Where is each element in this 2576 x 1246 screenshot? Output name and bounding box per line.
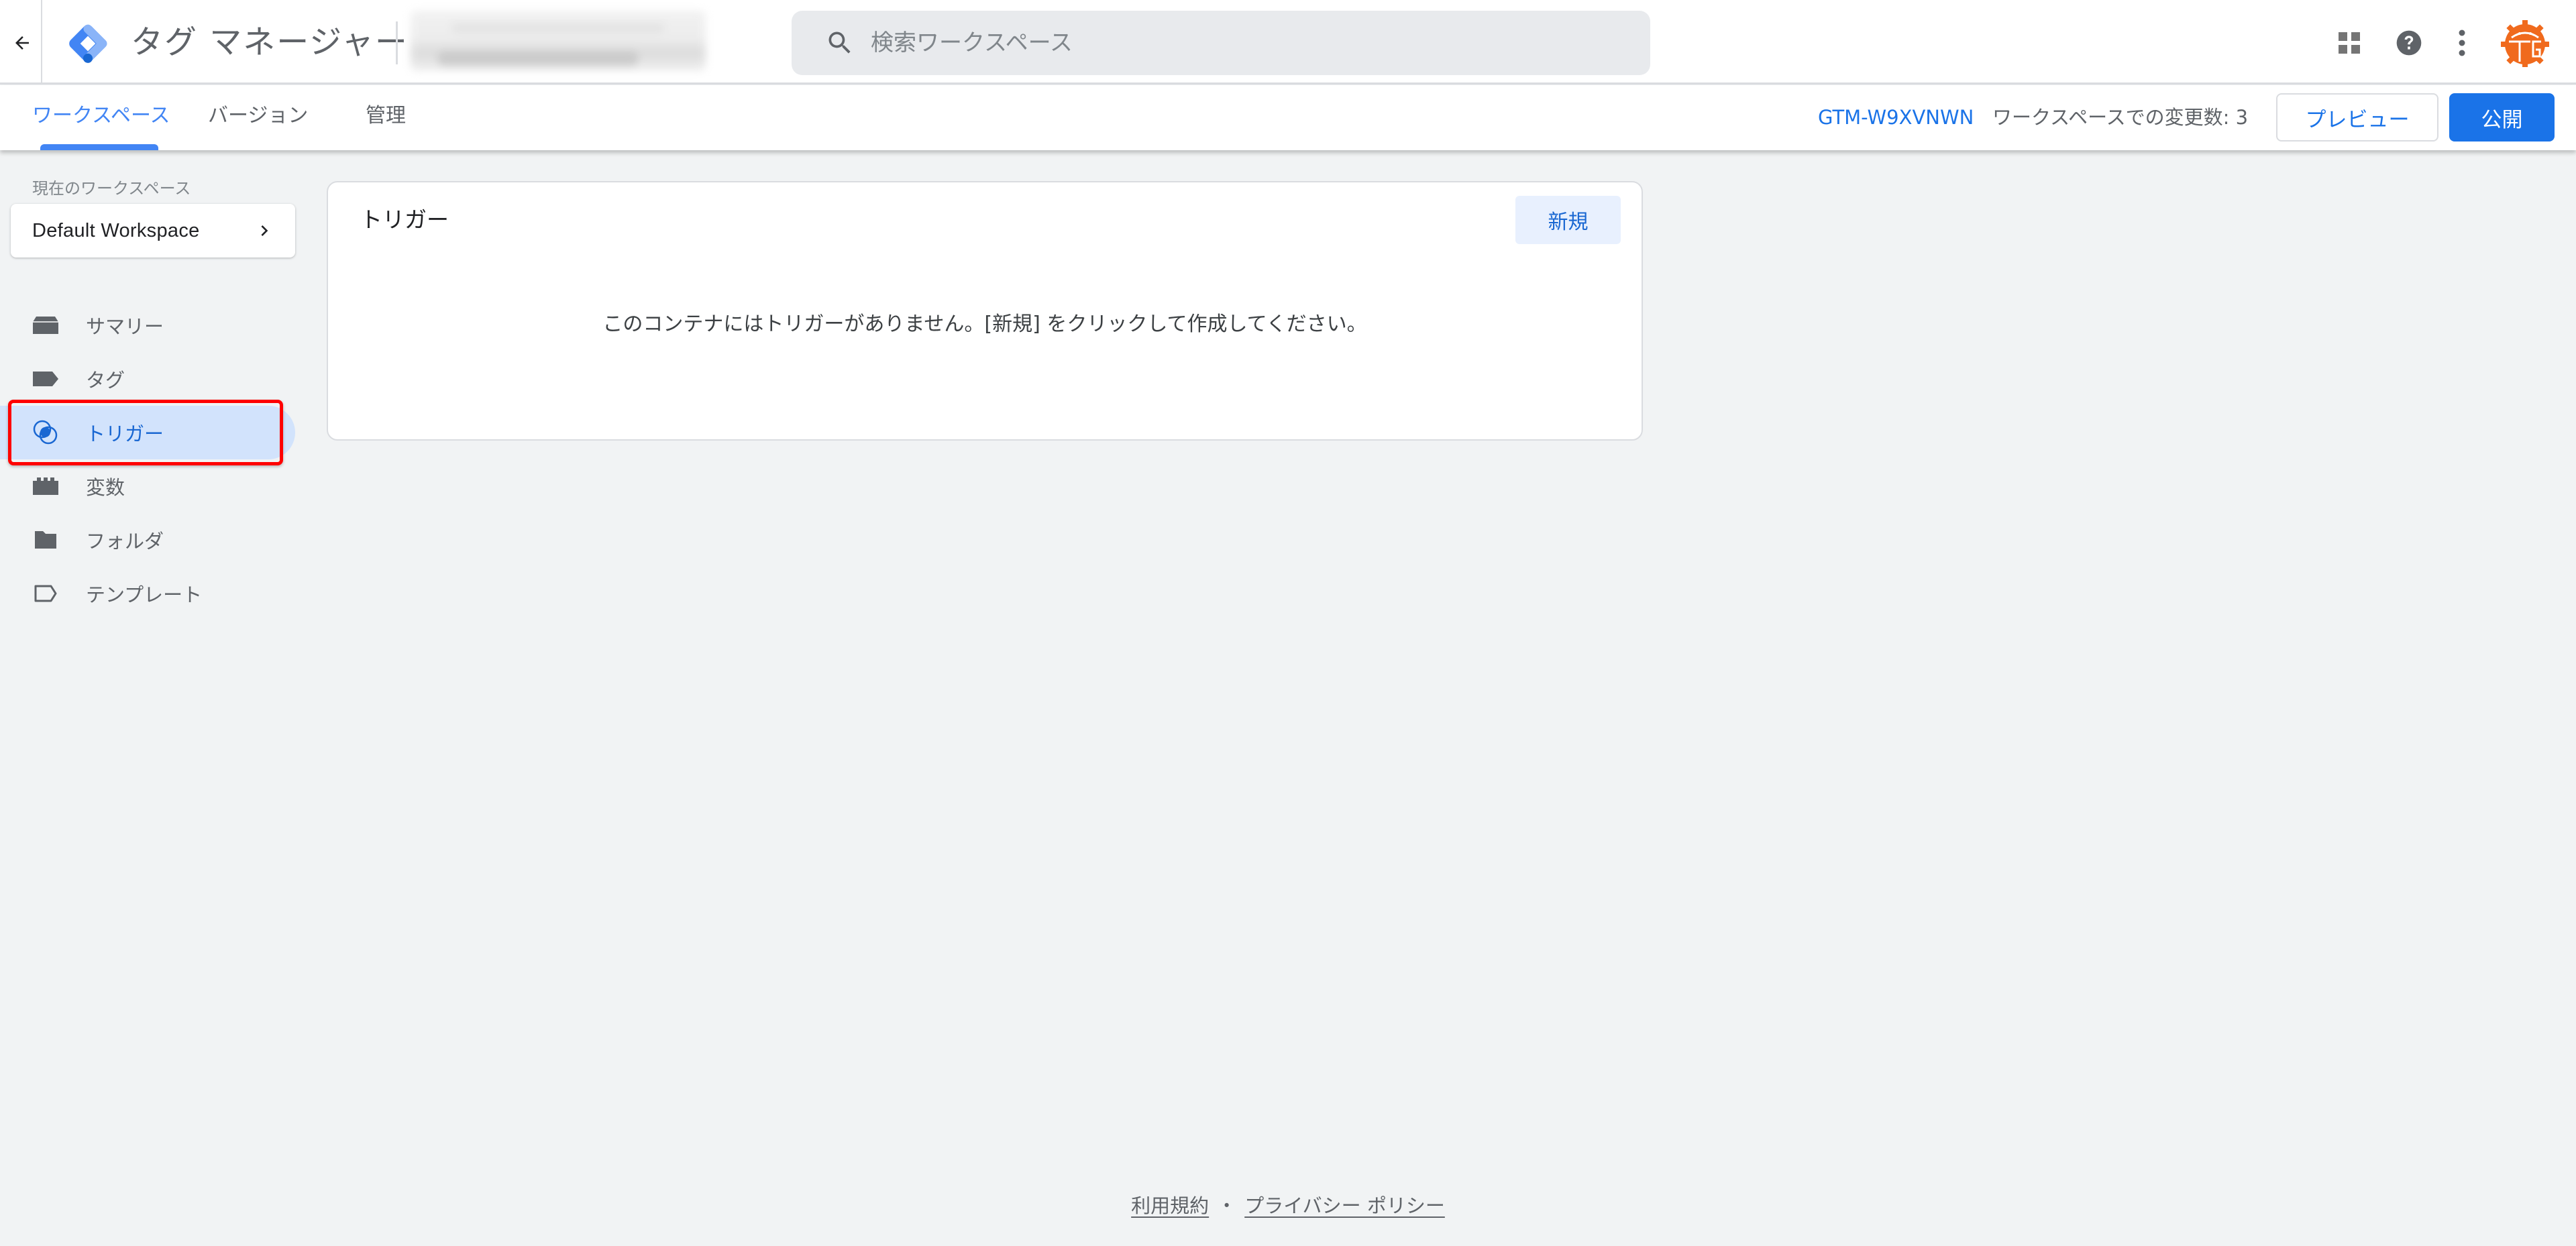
page-title: トリガー	[360, 207, 449, 233]
tag-icon	[32, 365, 59, 392]
terms-link[interactable]: 利用規約	[1131, 1194, 1209, 1217]
template-icon	[32, 580, 59, 607]
apps-grid-icon	[2339, 32, 2360, 54]
help-button[interactable]	[2387, 21, 2430, 64]
more-options-button[interactable]	[2440, 21, 2483, 64]
tab-workspace[interactable]: ワークスペース	[32, 103, 170, 129]
chevron-right-icon	[261, 225, 268, 236]
sidebar-item-variables[interactable]: 変数	[0, 459, 295, 513]
current-workspace-label: 現在のワークスペース	[32, 179, 191, 198]
sidebar-item-folders[interactable]: フォルダ	[0, 513, 295, 567]
active-tab-indicator	[40, 144, 158, 150]
sidebar-item-triggers[interactable]: トリガー	[0, 406, 295, 459]
arrow-back-icon	[15, 36, 29, 50]
sidebar-item-label: 変数	[86, 476, 125, 499]
variables-icon	[32, 473, 59, 500]
sidebar-item-label: トリガー	[86, 422, 164, 445]
sidebar-item-label: フォルダ	[86, 530, 164, 553]
sidebar-item-label: サマリー	[86, 315, 164, 338]
preview-button[interactable]: プレビュー	[2276, 93, 2438, 141]
folder-icon	[32, 526, 59, 553]
workspace-selector[interactable]: Default Workspace	[11, 204, 295, 258]
footer: 利用規約・プライバシー ポリシー	[0, 1192, 2576, 1219]
apps-grid-button[interactable]	[2328, 21, 2371, 64]
workspace-name: Default Workspace	[32, 219, 200, 241]
tab-admin[interactable]: 管理	[366, 103, 406, 129]
account-container-switcher[interactable]	[411, 11, 706, 71]
search-bar[interactable]	[792, 11, 1650, 75]
sidebar-item-templates[interactable]: テンプレート	[0, 567, 295, 620]
help-icon	[2396, 30, 2422, 56]
trigger-icon	[32, 419, 59, 446]
tab-versions[interactable]: バージョン	[208, 103, 308, 129]
workspace-change-count: ワークスペースでの変更数: 3	[1992, 106, 2249, 129]
sidebar-item-tags[interactable]: タグ	[0, 352, 295, 406]
more-vert-icon	[2459, 30, 2465, 56]
app-header: タグ マネージャー	[0, 0, 2576, 84]
sidebar-item-label: タグ	[86, 369, 125, 392]
title-divider	[396, 21, 398, 64]
footer-separator: ・	[1217, 1194, 1237, 1217]
app-title: タグ マネージャー	[131, 23, 409, 61]
tab-bar: ワークスペース バージョン 管理 GTM-W9XVNWN ワークスペースでの変更…	[0, 85, 2576, 150]
privacy-policy-link[interactable]: プライバシー ポリシー	[1244, 1194, 1445, 1217]
summary-icon	[32, 312, 59, 339]
avatar[interactable]	[2500, 17, 2551, 68]
triggers-card: トリガー 新規 このコンテナにはトリガーがありません。[新規] をクリックして作…	[327, 181, 1643, 441]
publish-button[interactable]: 公開	[2449, 93, 2555, 141]
sidebar-item-summary[interactable]: サマリー	[0, 298, 295, 352]
back-button[interactable]	[5, 24, 39, 62]
header-divider	[41, 0, 42, 84]
tag-manager-logo	[69, 24, 107, 63]
new-trigger-button[interactable]: 新規	[1515, 196, 1621, 244]
search-icon	[828, 32, 851, 54]
sidebar-item-label: テンプレート	[86, 583, 203, 606]
empty-state-message: このコンテナにはトリガーがありません。[新規] をクリックして作成してください。	[602, 313, 1367, 336]
container-id-link[interactable]: GTM-W9XVNWN	[1818, 104, 1974, 131]
search-input[interactable]	[871, 30, 1609, 56]
